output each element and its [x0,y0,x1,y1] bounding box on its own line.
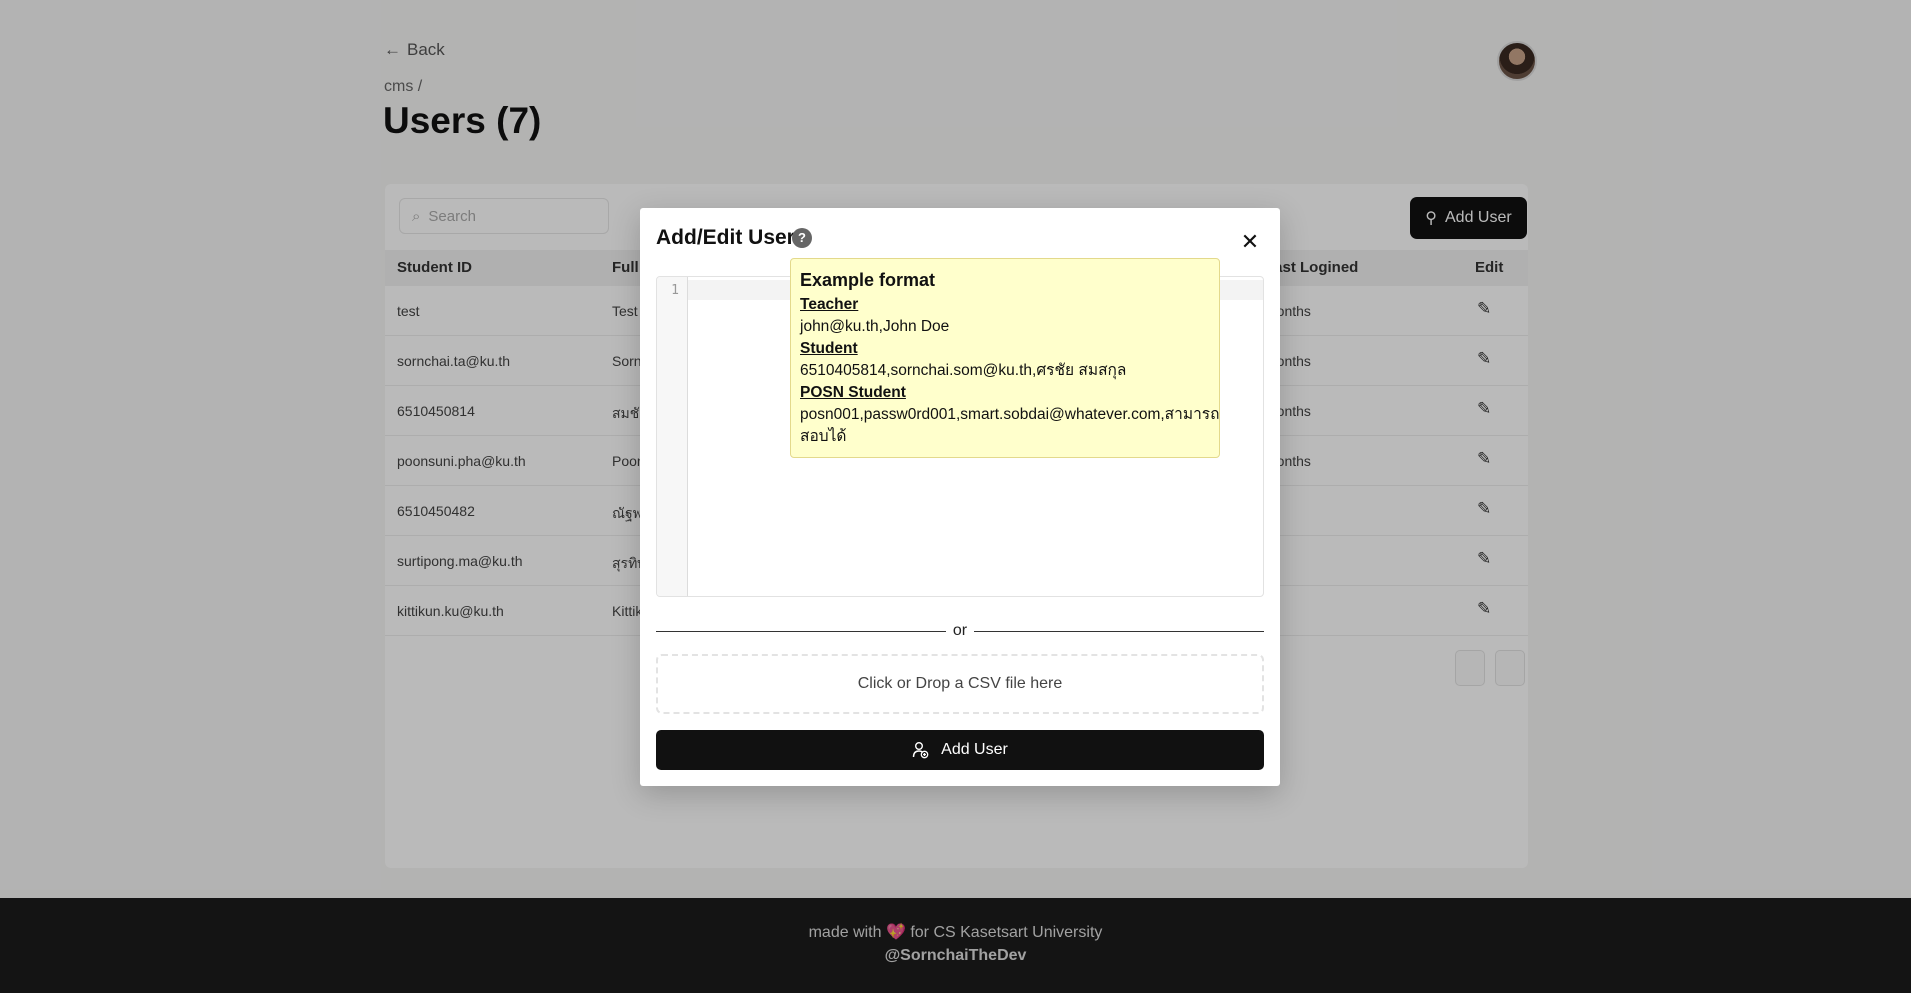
tooltip-student-heading: Student [800,340,858,357]
editor-gutter: 1 [657,277,688,596]
tooltip-teacher-heading: Teacher [800,296,859,313]
question-circle-icon[interactable]: ? [792,228,812,248]
tooltip-title: Example format [800,270,936,290]
example-format-tooltip: Example format Teacher john@ku.th,John D… [790,258,1220,458]
tooltip-teacher-example: john@ku.th,John Doe [800,318,950,335]
add-user-submit-button[interactable]: Add User [656,730,1264,770]
dialog-title: Add/Edit User [656,226,795,249]
dropzone-label: Click or Drop a CSV file here [857,675,1063,692]
divider-line-right [974,631,1264,632]
or-divider: or [656,620,1264,644]
line-number: 1 [671,283,679,298]
user-add-icon [912,742,929,759]
close-icon: ✕ [1240,229,1260,254]
tooltip-student-example: 6510405814,sornchai.som@ku.th,ศรชัย สมสก… [800,362,1127,379]
tooltip-posn-heading: POSN Student [800,384,906,401]
add-user-submit-label: Add User [941,741,1008,758]
add-edit-user-dialog: Add/Edit User ? ✕ 1 Example format Teach… [640,208,1280,786]
tooltip-posn-example: posn001,passw0rd001,smart.sobdai@whateve… [800,406,1220,445]
csv-dropzone[interactable]: Click or Drop a CSV file here [656,654,1264,714]
close-button[interactable]: ✕ [1236,228,1264,256]
